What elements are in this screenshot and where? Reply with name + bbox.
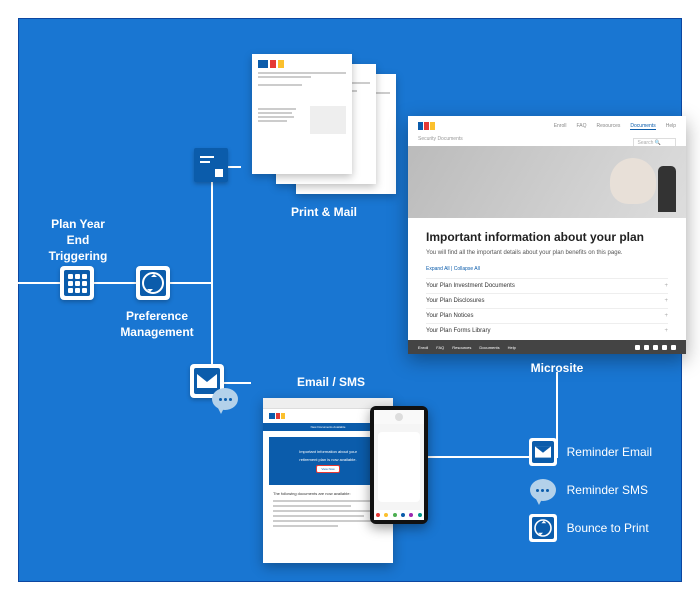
email-caption: The following documents are now availabl… [273, 491, 383, 496]
microsite-nav: Enroll FAQ Resources Documents Help [408, 116, 686, 136]
legend-item: Bounce to Print [529, 514, 652, 542]
social-icons[interactable] [635, 345, 676, 350]
label-trigger: Plan Year End Triggering [36, 216, 120, 265]
label-pref: Preference Management [112, 308, 202, 340]
nav-link[interactable]: Enroll [554, 123, 567, 129]
email-banner-line2: retirement plan is now available. [299, 457, 356, 462]
label-print: Print & Mail [274, 204, 374, 220]
nav-link-active[interactable]: Documents [630, 123, 655, 130]
accordion-row[interactable]: Your Plan Disclosures+ [426, 293, 668, 308]
nav-link[interactable]: FAQ [576, 123, 586, 129]
document-node-icon [194, 148, 228, 182]
email-cta-button[interactable]: View Now [316, 465, 339, 473]
connector [211, 166, 213, 384]
nav-link[interactable]: Resources [597, 123, 621, 129]
legend-label: Reminder Email [567, 445, 652, 459]
nav-link[interactable]: Help [666, 123, 676, 129]
email-banner-line1: Important information about your [299, 449, 357, 454]
legend-label: Bounce to Print [567, 521, 649, 535]
accordion-row[interactable]: Your Plan Forms Library+ [426, 323, 668, 338]
label-emailsms: Email / SMS [286, 374, 376, 390]
legend-item: Reminder SMS [529, 476, 652, 504]
sms-phone-preview [370, 406, 428, 524]
print-doc-front [252, 54, 352, 174]
workflow-diagram: Plan Year End Triggering Preference Mana… [18, 18, 682, 582]
label-microsite: Microsite [512, 360, 602, 376]
accordion-row[interactable]: Your Plan Notices+ [426, 308, 668, 323]
sms-icon [212, 388, 238, 410]
microsite-preview: Enroll FAQ Resources Documents Help Secu… [408, 116, 686, 354]
brand-logo-icon [418, 122, 435, 130]
expand-collapse-links[interactable]: Expand All | Collapse All [426, 266, 668, 272]
microsite-footer: EnrollFAQResourcesDocumentsHelp [408, 340, 686, 354]
reminder-sms-icon [529, 476, 557, 504]
accordion-row[interactable]: Your Plan Investment Documents+ [426, 278, 668, 293]
microsite-heading: Important information about your plan [426, 230, 668, 244]
trigger-icon [60, 266, 94, 300]
legend-item: Reminder Email [529, 438, 652, 466]
preference-icon [136, 266, 170, 300]
microsite-hero [408, 146, 686, 218]
connector [164, 282, 212, 284]
legend-label: Reminder SMS [567, 483, 648, 497]
legend: Reminder Email Reminder SMS Bounce to Pr… [529, 438, 652, 542]
bounce-to-print-icon [529, 514, 557, 542]
reminder-email-icon [529, 438, 557, 466]
microsite-sub: You will find all the important details … [426, 250, 668, 256]
